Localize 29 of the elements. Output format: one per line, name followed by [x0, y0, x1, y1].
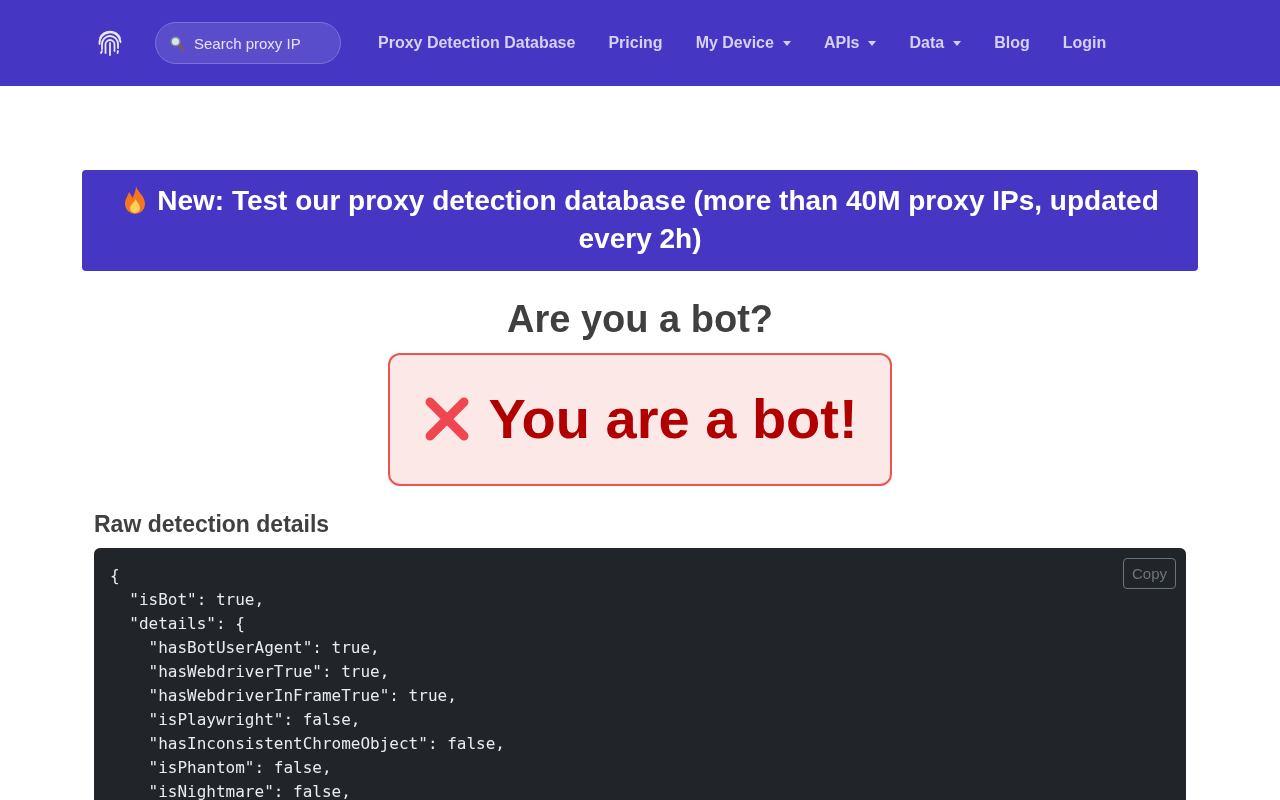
- result-text: You are a bot!: [488, 386, 858, 452]
- code-line: {: [110, 565, 120, 587]
- fingerprint-icon[interactable]: [97, 29, 123, 57]
- search-icon: [170, 36, 184, 50]
- caret-icon: [868, 40, 877, 46]
- nav-link[interactable]: Blog: [994, 34, 1030, 52]
- code-line: "isPlaywright": false,: [147, 709, 361, 731]
- nav-link[interactable]: My Device: [695, 34, 791, 52]
- caret-icon: [782, 40, 791, 46]
- code-line: "hasWebdriverInFrameTrue": true,: [147, 685, 457, 707]
- nav-link[interactable]: Data: [909, 34, 962, 52]
- caret-icon: [953, 40, 962, 46]
- code-line: "hasWebdriverTrue": true,: [147, 661, 390, 683]
- nav-link[interactable]: Pricing: [608, 34, 663, 52]
- code-line: "isPhantom": false,: [147, 757, 332, 779]
- copy-button[interactable]: Copy: [1122, 558, 1176, 589]
- code-line: "isNightmare": false,: [147, 781, 351, 800]
- section-heading: Raw detection details: [94, 510, 330, 539]
- nav-link[interactable]: Login: [1062, 34, 1107, 52]
- nav-link[interactable]: APIs: [823, 34, 877, 52]
- announcement-banner[interactable]: New: Test our proxy detection database (more than 40M proxy IPs, updated every 2h): [82, 170, 1198, 271]
- nav-link[interactable]: Proxy Detection Database: [378, 34, 576, 52]
- code-line: "details": {: [128, 613, 245, 635]
- code-line: "hasInconsistentChromeObject": false,: [147, 733, 505, 755]
- search-field[interactable]: Search proxy IP: [155, 22, 341, 64]
- cross-icon: [424, 396, 471, 442]
- code-line: "hasBotUserAgent": true,: [147, 637, 380, 659]
- page-title: Are you a bot?: [507, 297, 773, 341]
- code-line: "isBot": true,: [128, 589, 265, 611]
